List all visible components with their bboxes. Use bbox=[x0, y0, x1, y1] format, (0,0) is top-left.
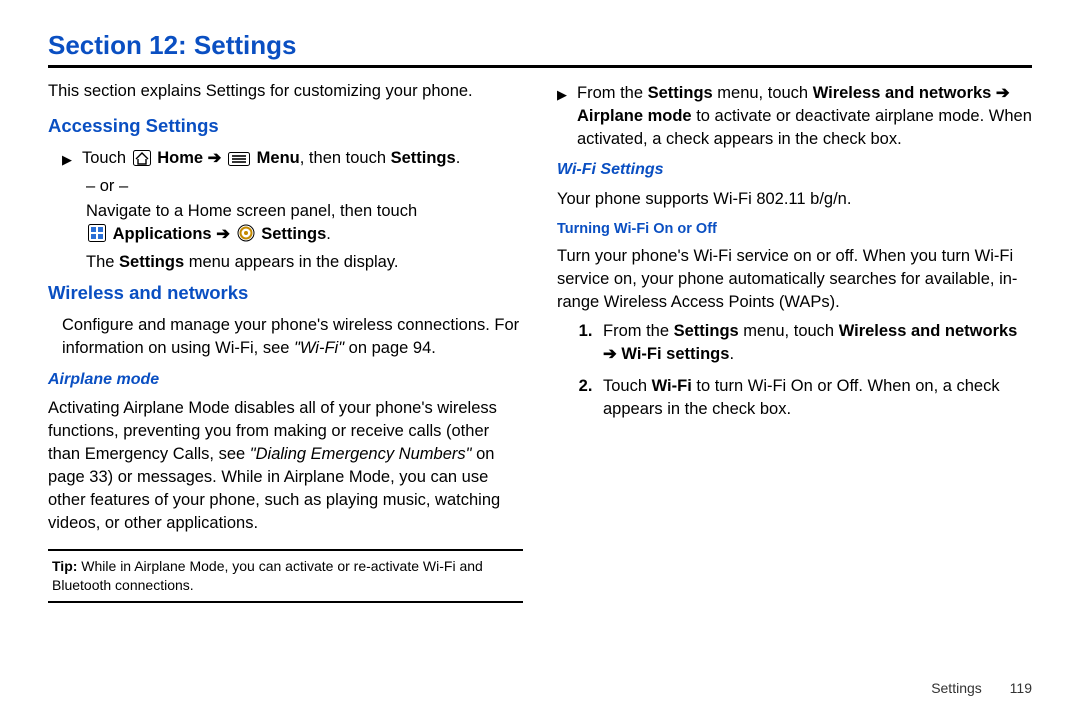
heading-accessing-settings: Accessing Settings bbox=[48, 113, 523, 139]
title-rule bbox=[48, 65, 1032, 68]
text: Touch bbox=[603, 377, 652, 395]
text: menu, touch bbox=[713, 84, 813, 102]
triangle-bullet-icon: ▶ bbox=[62, 151, 72, 169]
page-number: 119 bbox=[1010, 680, 1032, 696]
tip-text: While in Airplane Mode, you can activate… bbox=[52, 558, 483, 593]
settings-word: Settings bbox=[648, 84, 713, 102]
text: From the bbox=[577, 84, 648, 102]
section-title: Section 12: Settings bbox=[48, 30, 1032, 61]
text: menu appears in the display. bbox=[184, 253, 398, 271]
text: Navigate to a Home screen panel, then to… bbox=[86, 202, 417, 220]
text: Configure and manage your phone's wirele… bbox=[62, 316, 519, 357]
intro-paragraph: This section explains Settings for custo… bbox=[48, 80, 523, 103]
wifi-word: Wi-Fi bbox=[652, 377, 692, 395]
applications-icon bbox=[88, 224, 106, 249]
arrow-icon: ➔ bbox=[208, 149, 226, 167]
settings-gear-icon bbox=[237, 224, 255, 249]
wifi-steps-list: From the Settings menu, touch Wireless a… bbox=[557, 320, 1032, 420]
applications-label: Applications bbox=[113, 225, 212, 243]
list-item: Touch Wi-Fi to turn Wi-Fi On or Off. Whe… bbox=[597, 375, 1032, 421]
home-icon bbox=[133, 150, 151, 173]
triangle-bullet-icon: ▶ bbox=[557, 86, 567, 104]
settings-word: Settings bbox=[674, 322, 739, 340]
left-column: This section explains Settings for custo… bbox=[48, 80, 523, 603]
wifi-support-text: Your phone supports Wi-Fi 802.11 b/g/n. bbox=[557, 188, 1032, 211]
or-separator: – or – bbox=[86, 175, 523, 198]
settings-word: Settings bbox=[119, 253, 184, 271]
wifi-crossref: "Wi-Fi" bbox=[294, 339, 344, 357]
emergency-crossref: "Dialing Emergency Numbers" bbox=[250, 445, 472, 463]
text: . bbox=[326, 225, 331, 243]
heading-wireless-networks: Wireless and networks bbox=[48, 280, 523, 306]
heading-turning-wifi: Turning Wi-Fi On or Off bbox=[557, 219, 1032, 239]
list-item: From the Settings menu, touch Wireless a… bbox=[597, 320, 1032, 366]
wireless-paragraph: Configure and manage your phone's wirele… bbox=[62, 314, 523, 360]
text: From the bbox=[603, 322, 674, 340]
turning-wifi-paragraph: Turn your phone's Wi-Fi service on or of… bbox=[557, 245, 1032, 314]
page-footer: Settings 119 bbox=[931, 680, 1032, 696]
text: Touch bbox=[82, 149, 131, 167]
right-column: ▶ From the Settings menu, touch Wireless… bbox=[557, 80, 1032, 603]
text: on page 94. bbox=[344, 339, 436, 357]
step-touch-home: ▶ Touch Home ➔ Menu, then touch Settings… bbox=[62, 147, 523, 173]
menu-icon bbox=[228, 150, 250, 173]
heading-airplane-mode: Airplane mode bbox=[48, 369, 523, 391]
arrow-icon: ➔ bbox=[212, 225, 235, 243]
nav-instruction: Navigate to a Home screen panel, then to… bbox=[86, 200, 523, 249]
text: menu, touch bbox=[739, 322, 839, 340]
tip-box: Tip: While in Airplane Mode, you can act… bbox=[48, 549, 523, 603]
settings-label: Settings bbox=[261, 225, 326, 243]
text: . bbox=[729, 345, 734, 363]
text: . bbox=[456, 149, 461, 167]
footer-section-label: Settings bbox=[931, 680, 982, 696]
text: The bbox=[86, 253, 119, 271]
airplane-paragraph: Activating Airplane Mode disables all of… bbox=[48, 397, 523, 536]
settings-label: Settings bbox=[391, 149, 456, 167]
home-label: Home bbox=[157, 149, 203, 167]
right-bullet-airplane: ▶ From the Settings menu, touch Wireless… bbox=[557, 82, 1032, 151]
menu-label: Menu bbox=[257, 149, 300, 167]
heading-wifi-settings: Wi-Fi Settings bbox=[557, 159, 1032, 181]
menu-appears: The Settings menu appears in the display… bbox=[86, 251, 523, 274]
tip-label: Tip: bbox=[52, 558, 77, 574]
text: , then touch bbox=[300, 149, 391, 167]
